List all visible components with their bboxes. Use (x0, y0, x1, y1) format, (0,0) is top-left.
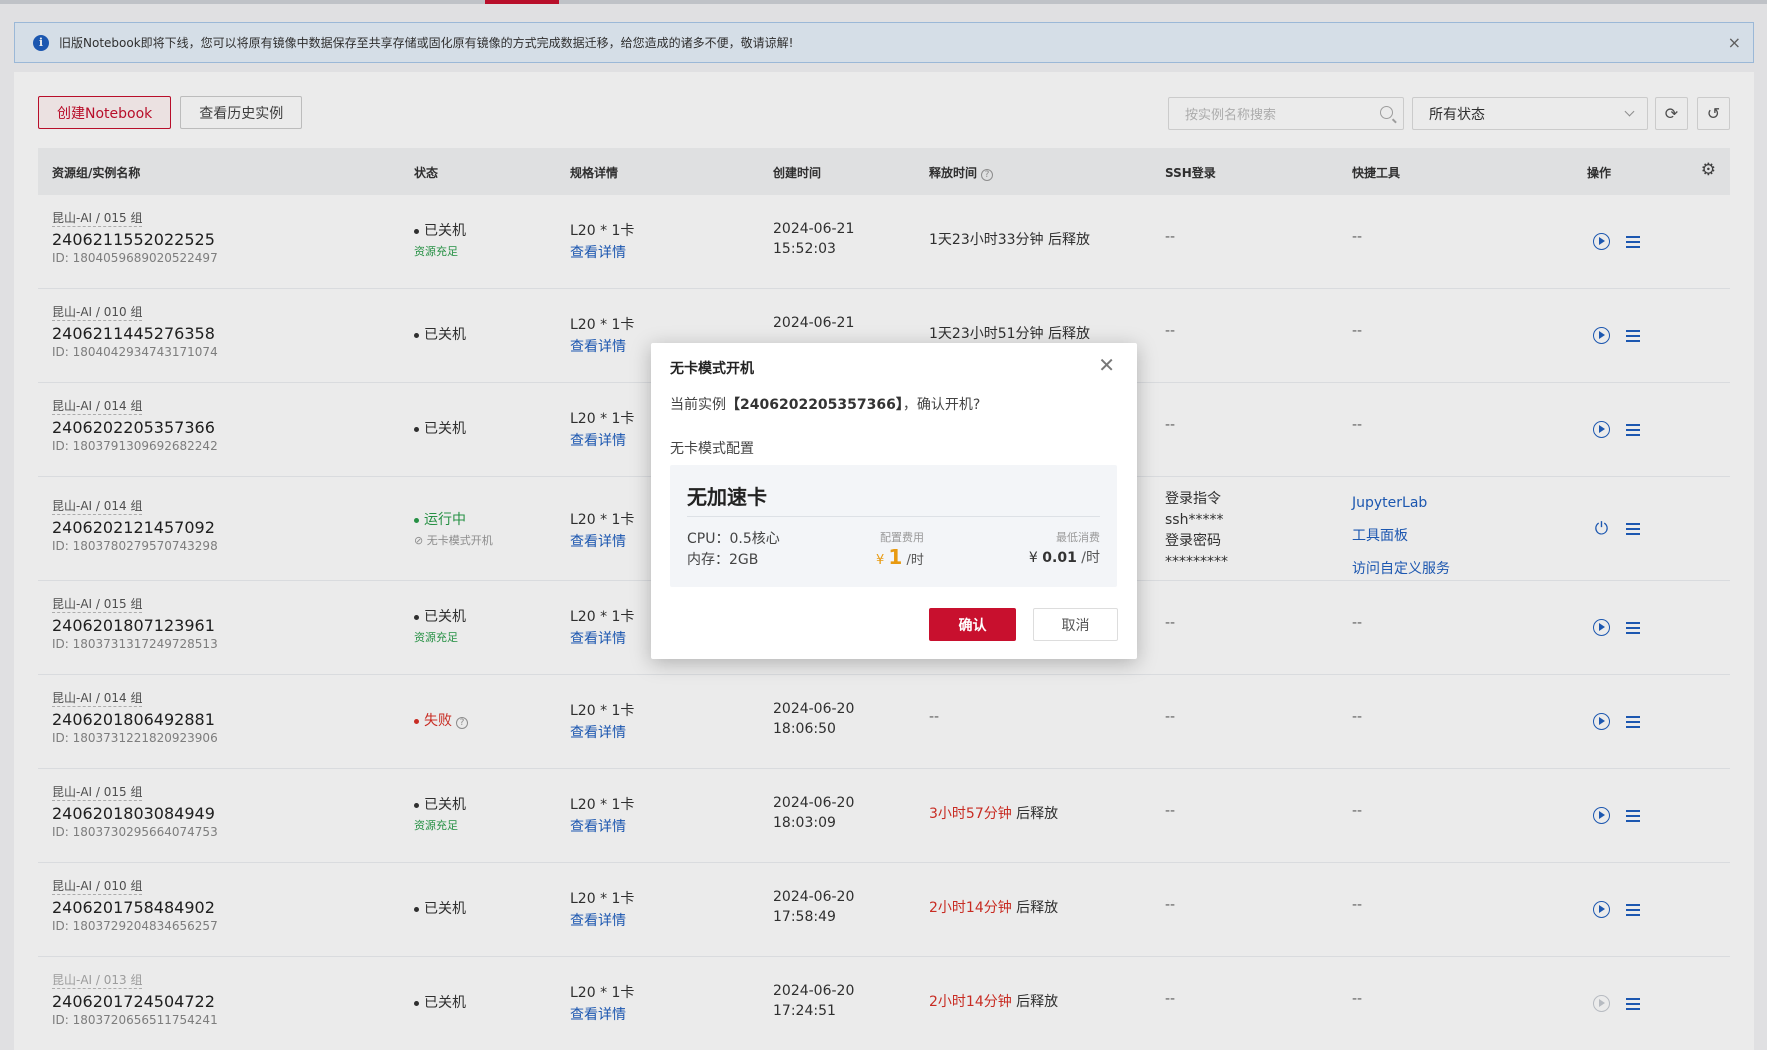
divider (687, 516, 1100, 517)
fee-label: 配置费用 (880, 531, 924, 544)
instance-name: 【2406202205357366】 (726, 397, 903, 413)
confirm-button[interactable]: 确认 (929, 608, 1016, 641)
no-card-boot-dialog: 无卡模式开机 ✕ 当前实例【2406202205357366】，确认开机? 无卡… (651, 343, 1137, 659)
config-card: 无加速卡 CPU：0.5核心 内存：2GB 配置费用 ¥ 1 /时 最低消费 ¥… (670, 465, 1117, 587)
dialog-title: 无卡模式开机 (670, 361, 754, 377)
min-charge-value: ¥ 0.01 /时 (1028, 550, 1100, 566)
memory-spec: 内存：2GB (687, 552, 759, 568)
cpu-spec: CPU：0.5核心 (687, 531, 780, 547)
confirm-message: 当前实例【2406202205357366】，确认开机? (670, 397, 981, 413)
config-label: 无卡模式配置 (670, 441, 754, 457)
min-charge-label: 最低消费 (1056, 531, 1100, 544)
config-card-title: 无加速卡 (687, 485, 767, 509)
close-icon[interactable]: ✕ (1098, 353, 1115, 377)
fee-value: ¥ 1 /时 (876, 545, 924, 569)
cancel-button[interactable]: 取消 (1033, 608, 1118, 641)
